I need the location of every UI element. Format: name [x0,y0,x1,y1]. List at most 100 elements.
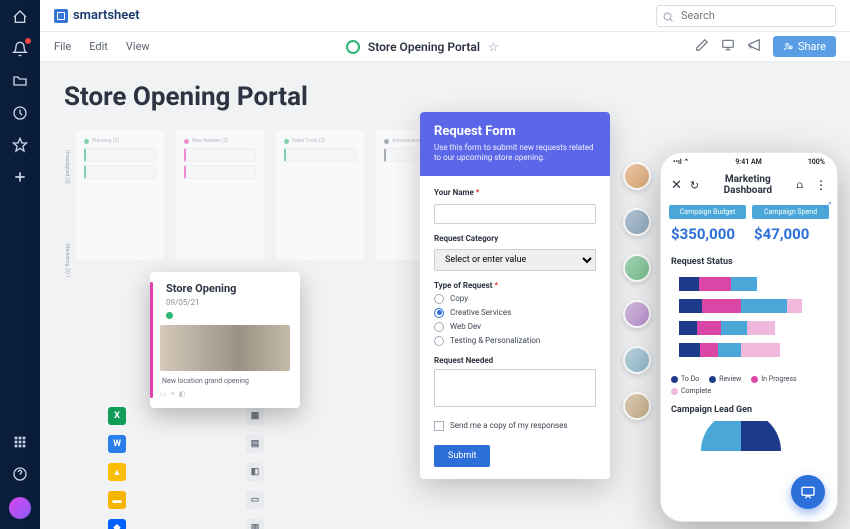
send-copy-checkbox[interactable]: Send me a copy of my responses [434,421,596,431]
metric-value: $47,000 [752,225,829,243]
request-status-chart [671,273,827,365]
chat-fab[interactable] [791,475,825,509]
notifications-icon[interactable] [11,40,29,58]
radio-testing[interactable]: Testing & Personalization [434,336,596,346]
file-icons-grid: X W ▲ ▬ ◆ ▦ ▤ ◧ ▭ ▥ [108,407,264,529]
needed-label: Request Needed [434,356,596,365]
avatar[interactable] [623,346,651,374]
folder-file-icon[interactable]: ▬ [108,491,126,509]
name-input[interactable] [434,204,596,224]
metric-label: Campaign Budget [669,205,746,219]
top-bar: smartsheet [40,0,850,32]
radio-copy[interactable]: Copy [434,294,596,304]
board-column[interactable]: Planning (3) [76,130,164,260]
apps-icon[interactable] [11,433,29,451]
favorites-icon[interactable] [11,136,29,154]
form-title: Request Form [434,124,596,139]
request-form-panel: Request Form Use this form to submit new… [420,112,610,479]
radio-creative[interactable]: Creative Services [434,308,596,318]
phone-status-bar: ••ıl ⌃ 9:41 AM 100% [661,153,837,171]
type-radios: Copy Creative Services Web Dev Testing &… [434,294,596,346]
global-search[interactable] [656,4,836,27]
recent-icon[interactable] [11,104,29,122]
edit-icon[interactable] [695,38,709,55]
card-title: Store Opening [166,282,290,295]
lead-gen-chart [671,421,827,451]
submit-button[interactable]: Submit [434,445,490,467]
people-icon[interactable]: ⩍ [797,180,804,191]
page-heading: Store Opening Portal [64,82,826,112]
metric-label: Campaign Spend [752,205,829,219]
menu-file[interactable]: File [54,40,71,53]
category-select[interactable]: Select or enter value [434,249,596,271]
card-caption: New location grand opening [162,377,290,385]
drive-icon[interactable]: ▲ [108,463,126,481]
card-date: 09/05/21 [166,298,290,307]
phone-battery: 100% [808,158,825,166]
menu-edit[interactable]: Edit [89,40,108,53]
mobile-preview: ••ıl ⌃ 9:41 AM 100% ✕ ↻ Marketing Dashbo… [660,152,838,522]
type-label: Type of Request * [434,281,596,290]
metric-spend: Campaign Spend $47,000 [752,205,829,243]
radio-webdev[interactable]: Web Dev [434,322,596,332]
card-detail-popup[interactable]: Store Opening 09/05/21 New location gran… [150,272,300,408]
close-icon[interactable]: ✕ [671,178,682,193]
dropbox-icon[interactable]: ◆ [108,519,126,529]
help-icon[interactable] [11,465,29,483]
share-button[interactable]: Share [773,36,836,57]
announce-icon[interactable] [747,38,761,55]
refresh-icon[interactable]: ↻ [690,179,699,192]
menu-view[interactable]: View [126,40,150,53]
report-icon[interactable]: ▤ [246,435,264,453]
board-column[interactable]: New Release (2) [176,130,264,260]
section-title: Campaign Lead Gen [671,405,827,415]
status-icon [346,40,360,54]
metric-value: $350,000 [669,225,746,243]
avatar[interactable] [623,392,651,420]
favorite-star-icon[interactable]: ☆ [488,40,499,54]
board-column[interactable]: Sales Tools (2) [276,130,364,260]
section-title: Request Status [671,257,827,267]
more-icon[interactable]: ⋮ [815,178,827,192]
folder-icon[interactable] [11,72,29,90]
search-input[interactable] [656,5,836,27]
add-icon[interactable] [11,168,29,186]
collaborator-avatars [623,162,651,420]
page-title: Store Opening Portal [368,40,480,54]
kanban-boards: Planning (3) New Release (2) Sales Tools… [76,130,464,260]
menu-bar: File Edit View Store Opening Portal ☆ Sh… [40,32,850,62]
avatar[interactable] [623,162,651,190]
chart-legend: To Do Review In Progress Complete [661,369,837,401]
dashboard-icon[interactable]: ◧ [246,463,264,481]
form-icon[interactable]: ▭ [246,491,264,509]
phone-title: Marketing Dashboard [707,174,788,196]
left-nav-rail [0,0,40,529]
metric-budget: Campaign Budget $350,000 [669,205,746,243]
phone-time: 9:41 AM [735,158,761,166]
brand-logo[interactable]: smartsheet [54,8,140,23]
word-icon[interactable]: W [108,435,126,453]
status-dot [166,312,173,319]
form-subtitle: Use this form to submit new requests rel… [434,143,596,164]
avatar[interactable] [623,254,651,282]
home-icon[interactable] [11,8,29,26]
card-toolbar: ▭≡◧ [160,390,290,398]
name-label: Your Name * [434,188,596,197]
template-icon[interactable]: ▥ [246,519,264,529]
category-label: Request Category [434,234,596,243]
present-icon[interactable] [721,38,735,55]
signal-icon: ••ıl ⌃ [673,158,689,166]
avatar[interactable] [623,300,651,328]
needed-textarea[interactable] [434,369,596,407]
search-icon [662,8,674,27]
avatar[interactable] [623,208,651,236]
share-label: Share [798,40,826,53]
expand-icon[interactable]: ⤢ [824,201,831,211]
card-image [160,325,290,371]
brand-name: smartsheet [73,8,140,23]
row-label: Unassigned (2) [64,150,70,184]
user-avatar[interactable] [9,497,31,519]
excel-icon[interactable]: X [108,407,126,425]
row-label: Marketing (3) 1 [64,244,70,278]
sheet-icon[interactable]: ▦ [246,407,264,425]
